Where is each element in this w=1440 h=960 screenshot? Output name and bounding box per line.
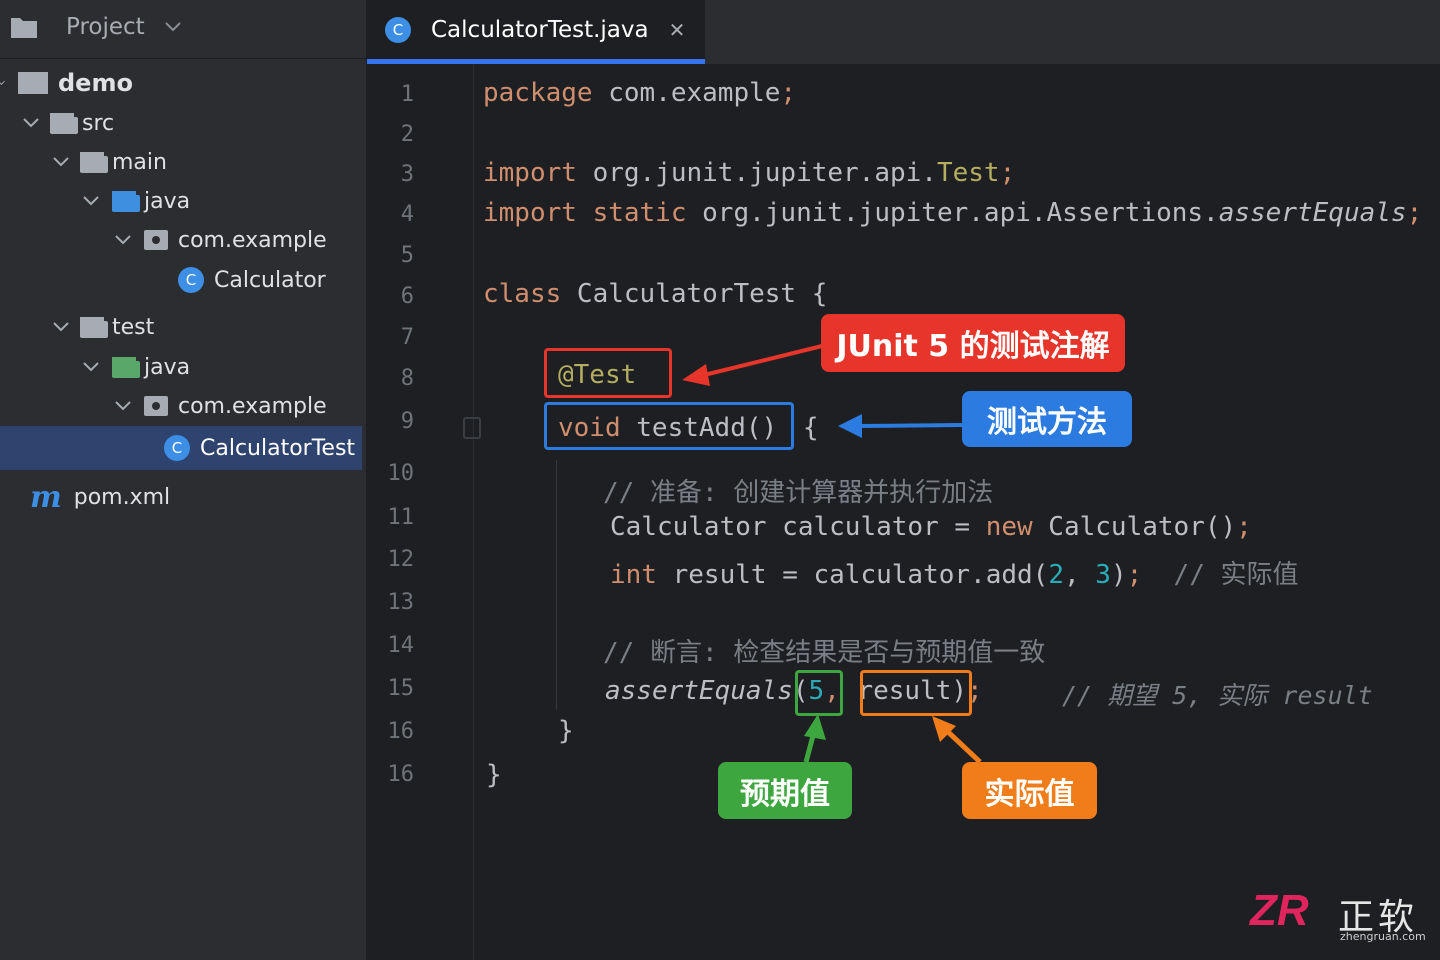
watermark: ZR 正软 zhengruan.com xyxy=(1250,886,1430,948)
callout-junit-annotation: JUnit 5 的测试注解 xyxy=(821,314,1125,372)
red-arrow xyxy=(699,344,823,378)
blue-arrowhead xyxy=(838,414,862,438)
watermark-site: zhengruan.com xyxy=(1340,930,1426,943)
green-arrowhead xyxy=(804,714,826,740)
callout-test-method: 测试方法 xyxy=(962,391,1132,447)
callout-expected-value: 预期值 xyxy=(718,762,852,819)
red-arrowhead xyxy=(682,364,710,386)
callout-actual-value: 实际值 xyxy=(962,762,1097,819)
orange-arrow xyxy=(944,728,982,764)
blue-arrow xyxy=(857,423,963,428)
watermark-logo: ZR xyxy=(1250,886,1309,935)
